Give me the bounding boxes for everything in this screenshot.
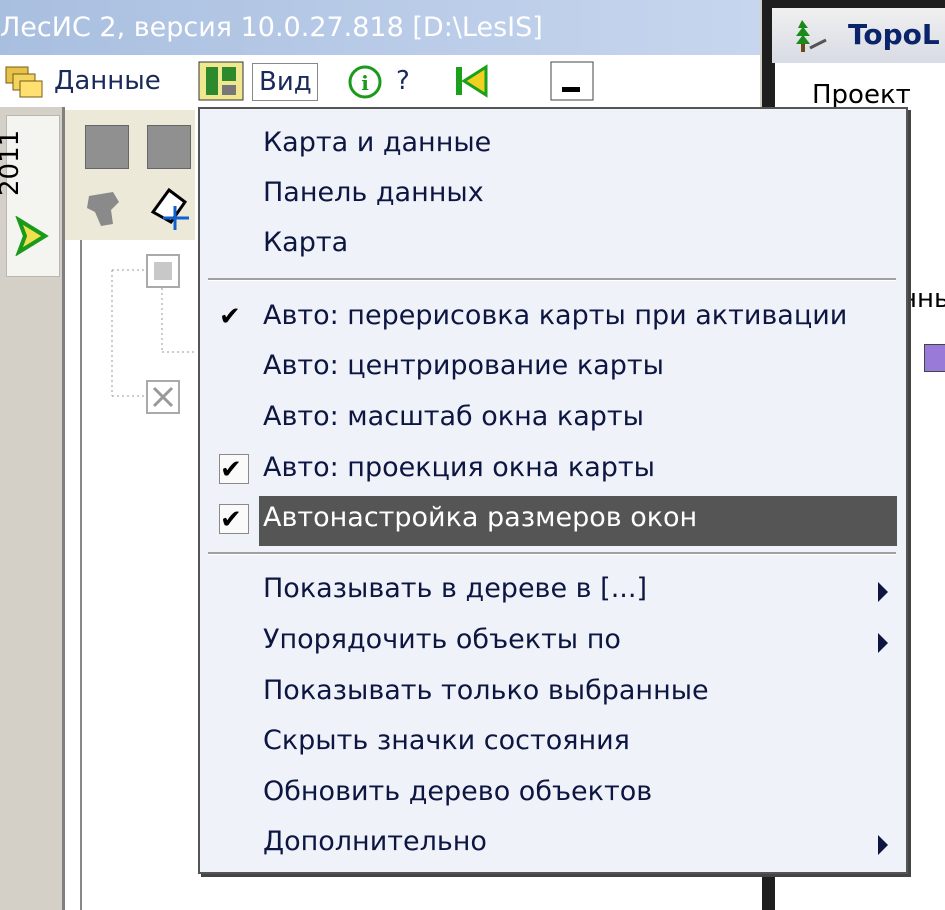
menu-item-sort-objects[interactable]: Упорядочить объекты по <box>200 620 906 666</box>
menu-view[interactable]: Вид <box>252 63 318 101</box>
checkmark-icon: ✔ <box>219 504 249 535</box>
menu-item-auto-projection[interactable]: ✔ Авто: проекция окна карты <box>200 448 906 494</box>
menu-item-hide-status-icons[interactable]: Скрыть значки состояния <box>200 721 906 767</box>
menu-item-label: Авто: проекция окна карты <box>263 452 655 483</box>
menu-item-auto-window-size[interactable]: ✔ Автонастройка размеров окон <box>200 496 906 546</box>
menu-help[interactable]: ? <box>396 63 410 99</box>
menu-item-label: Показывать в дереве в [...] <box>263 573 647 604</box>
svg-text:i: i <box>361 71 369 95</box>
menu-item-auto-redraw[interactable]: ✔ Авто: перерисовка карты при активации <box>200 296 906 342</box>
view-window-icon[interactable] <box>198 61 244 101</box>
menu-item-refresh-tree[interactable]: Обновить дерево объектов <box>200 772 906 818</box>
menu-item-label: Скрыть значки состояния <box>263 725 630 756</box>
menu-item-map[interactable]: Карта <box>200 223 906 269</box>
topol-title: TopoL <box>848 18 940 51</box>
menu-item-label: Авто: центрирование карты <box>263 350 664 381</box>
year-tab[interactable]: 2011 <box>0 115 60 277</box>
topol-menu-project[interactable]: Проект <box>812 80 911 110</box>
app-title: ЛесИС 2, версия 10.0.27.818 [D:\LesIS] <box>0 12 543 43</box>
menu-item-label: Авто: перерисовка карты при активации <box>263 300 848 331</box>
menu-item-label: Обновить дерево объектов <box>263 776 653 807</box>
menu-item-label: Карта и данные <box>263 127 492 158</box>
menu-item-label: Авто: масштаб окна карты <box>263 401 644 432</box>
data-folders-icon[interactable] <box>4 63 44 99</box>
submenu-arrow-icon <box>878 633 888 653</box>
app-title-bar: ЛесИС 2, версия 10.0.27.818 [D:\LesIS] <box>0 0 760 55</box>
menu-data[interactable]: Данные <box>54 63 161 99</box>
menu-item-label: Автонастройка размеров окон <box>263 502 698 533</box>
menu-separator <box>208 552 896 555</box>
menu-item-data-panel[interactable]: Панель данных <box>200 173 906 219</box>
info-icon[interactable]: i <box>348 65 382 99</box>
map-shape-icon[interactable] <box>83 186 127 230</box>
menu-separator <box>208 278 896 281</box>
menu-item-map-and-data[interactable]: Карта и данные <box>200 123 906 169</box>
edit-shape-icon[interactable] <box>145 182 195 232</box>
menu-item-label: Показывать только выбранные <box>263 675 709 706</box>
year-tab-label: 2011 <box>0 129 25 196</box>
menu-item-label: Упорядочить объекты по <box>263 624 621 655</box>
menu-bar: Данные Вид i ? <box>0 55 760 107</box>
submenu-arrow-icon <box>878 835 888 855</box>
menu-item-label: Карта <box>263 227 349 258</box>
menu-item-label: Панель данных <box>263 177 484 208</box>
submenu-arrow-icon <box>878 582 888 602</box>
menu-item-auto-scale[interactable]: Авто: масштаб окна карты <box>200 397 906 443</box>
toolbar-button-1[interactable] <box>85 125 129 169</box>
menu-item-auto-center[interactable]: Авто: центрирование карты <box>200 346 906 392</box>
menu-item-advanced[interactable]: Дополнительно <box>200 822 906 868</box>
toolbar-button-2[interactable] <box>147 125 191 169</box>
panel-toolbar <box>65 110 195 240</box>
menu-item-show-in-tree[interactable]: Показывать в дереве в [...] <box>200 569 906 615</box>
first-record-icon[interactable] <box>452 63 492 99</box>
chevron-right-icon <box>15 215 51 257</box>
menu-item-label: Дополнительно <box>263 826 487 857</box>
checkmark-icon: ✔ <box>219 302 241 332</box>
minimize-icon[interactable] <box>550 61 594 101</box>
checkmark-icon: ✔ <box>219 454 249 485</box>
view-menu-dropdown: Карта и данные Панель данных Карта ✔ Авт… <box>198 107 908 874</box>
menu-item-show-selected-only[interactable]: Показывать только выбранные <box>200 671 906 717</box>
topol-app-icon <box>788 18 828 56</box>
topol-layer-icon <box>924 344 945 372</box>
